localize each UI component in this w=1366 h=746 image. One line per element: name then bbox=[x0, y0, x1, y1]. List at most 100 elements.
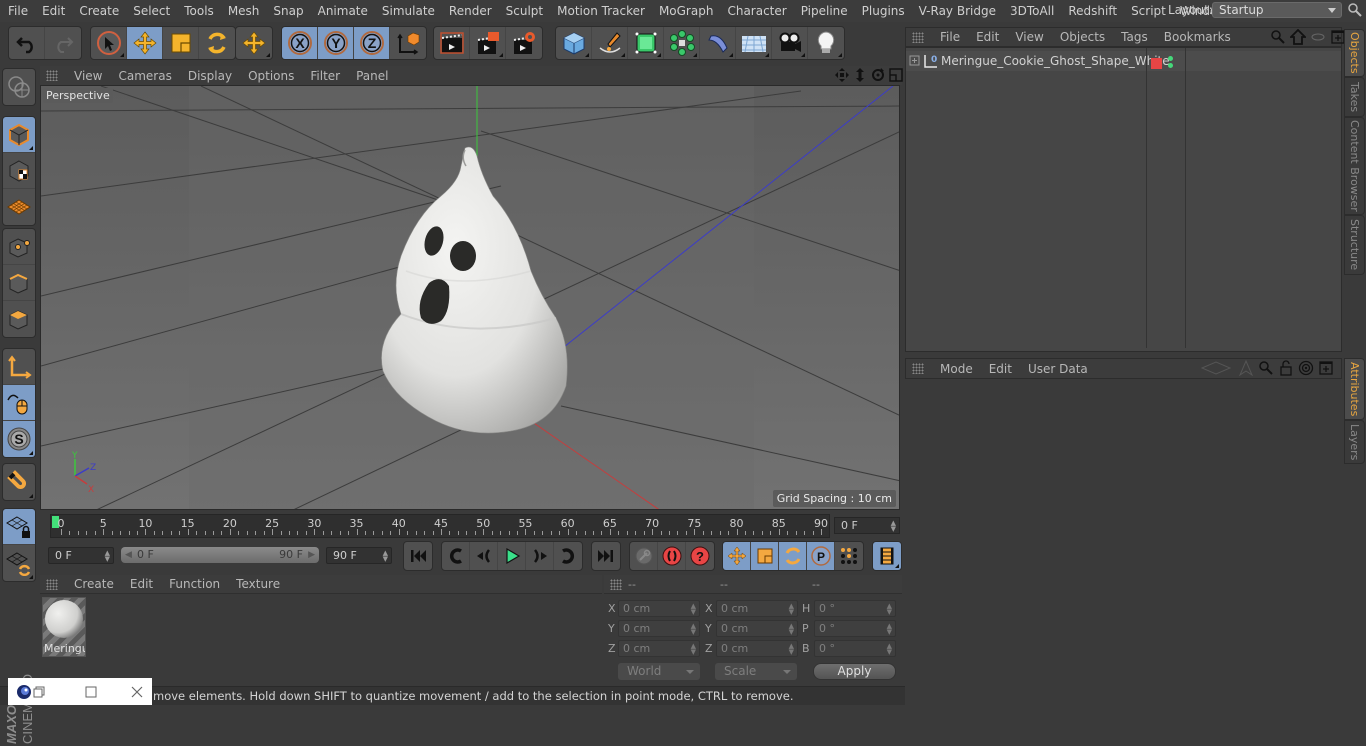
attribute-menu-edit[interactable]: Edit bbox=[981, 362, 1020, 376]
attribute-menu-user-data[interactable]: User Data bbox=[1020, 362, 1096, 376]
rotation-h-field[interactable]: 0 ° ▲ ▼ bbox=[814, 600, 896, 617]
panel-grip-handle[interactable] bbox=[610, 578, 622, 590]
light-button[interactable] bbox=[808, 27, 844, 59]
material-swatch[interactable]: Meringu bbox=[42, 597, 86, 657]
spinner-icon[interactable]: ▲ ▼ bbox=[887, 623, 892, 636]
keyframe-selection-button[interactable]: ? bbox=[686, 542, 714, 570]
menu-mograph[interactable]: MoGraph bbox=[652, 0, 721, 22]
orbit-icon[interactable] bbox=[870, 67, 886, 83]
size-y-field[interactable]: 0 cm ▲ ▼ bbox=[716, 620, 798, 637]
floor-button[interactable] bbox=[736, 27, 772, 59]
edges-mode-button[interactable] bbox=[3, 265, 35, 301]
spline-pen-button[interactable] bbox=[592, 27, 628, 59]
object-menu-objects[interactable]: Objects bbox=[1052, 30, 1113, 44]
panel-grip-handle[interactable] bbox=[46, 70, 58, 81]
menu-redshift[interactable]: Redshift bbox=[1061, 0, 1124, 22]
deformer-button[interactable] bbox=[700, 27, 736, 59]
link-icon[interactable] bbox=[1310, 29, 1326, 45]
home-icon[interactable] bbox=[1290, 29, 1306, 45]
end-frame-field[interactable]: 90 F ▲ ▼ bbox=[326, 547, 392, 564]
3d-viewport[interactable]: Y Z X Perspective Grid Spacing : 10 cm bbox=[40, 85, 900, 510]
menu-render[interactable]: Render bbox=[442, 0, 499, 22]
menu-vray-bridge[interactable]: V-Ray Bridge bbox=[912, 0, 1003, 22]
viewport-menu-cameras[interactable]: Cameras bbox=[110, 69, 179, 83]
spinner-icon[interactable]: ▲ ▼ bbox=[383, 550, 388, 563]
z-axis-button[interactable]: Z bbox=[354, 27, 390, 59]
material-menu-edit[interactable]: Edit bbox=[122, 577, 161, 591]
menu-file[interactable]: File bbox=[0, 0, 35, 22]
snap-button[interactable] bbox=[3, 464, 35, 500]
axis-mode-button[interactable] bbox=[3, 349, 35, 385]
coordinate-system-button[interactable] bbox=[390, 27, 426, 59]
viewport-menu-display[interactable]: Display bbox=[180, 69, 240, 83]
start-frame-field[interactable]: 0 F ▲ ▼ bbox=[48, 547, 114, 564]
workplane-align-button[interactable] bbox=[3, 545, 35, 581]
up-arrow-icon[interactable] bbox=[1238, 360, 1254, 376]
menu-pipeline[interactable]: Pipeline bbox=[794, 0, 855, 22]
search-icon[interactable] bbox=[1258, 360, 1274, 376]
viewport-menu-view[interactable]: View bbox=[66, 69, 110, 83]
lock-icon[interactable] bbox=[1278, 360, 1294, 376]
rotation-b-field[interactable]: 0 ° ▲ ▼ bbox=[814, 640, 896, 657]
picture-viewer-button[interactable] bbox=[470, 27, 506, 59]
search-icon[interactable] bbox=[1347, 2, 1363, 18]
object-row[interactable]: 0 Meringue_Cookie_Ghost_Shape_White bbox=[906, 51, 1341, 71]
tab-content-browser[interactable]: Content Browser bbox=[1344, 117, 1365, 215]
preview-range-slider[interactable]: ◀ 0 F 90 F ▶ bbox=[121, 547, 319, 563]
editor-visibility-dot[interactable] bbox=[1168, 56, 1173, 61]
panel-grip-handle[interactable] bbox=[912, 31, 924, 43]
apply-button[interactable]: Apply bbox=[813, 663, 896, 680]
target-icon[interactable] bbox=[1298, 360, 1314, 376]
make-editable-button[interactable] bbox=[3, 69, 35, 105]
current-frame-field[interactable]: 0 F ▲ ▼ bbox=[834, 517, 900, 534]
restore-icon[interactable] bbox=[33, 686, 45, 698]
menu-motion-tracker[interactable]: Motion Tracker bbox=[550, 0, 652, 22]
prev-frame-button[interactable] bbox=[470, 542, 498, 570]
material-menu-texture[interactable]: Texture bbox=[228, 577, 288, 591]
object-menu-tags[interactable]: Tags bbox=[1113, 30, 1156, 44]
redo-button[interactable] bbox=[45, 27, 81, 59]
tweak-mode-button[interactable] bbox=[3, 385, 35, 421]
coordinate-mode-select[interactable]: World bbox=[618, 663, 700, 680]
panel-grip-handle[interactable] bbox=[46, 578, 58, 590]
object-menu-file[interactable]: File bbox=[932, 30, 968, 44]
material-menu-create[interactable]: Create bbox=[66, 577, 122, 591]
tab-takes[interactable]: Takes bbox=[1344, 77, 1365, 117]
rotation-p-field[interactable]: 0 ° ▲ ▼ bbox=[814, 620, 896, 637]
viewport-menu-panel[interactable]: Panel bbox=[348, 69, 396, 83]
new-panel-icon[interactable] bbox=[1318, 360, 1334, 376]
menu-animate[interactable]: Animate bbox=[311, 0, 375, 22]
size-mode-select[interactable]: Scale bbox=[715, 663, 797, 680]
key-position-button[interactable] bbox=[723, 542, 751, 570]
layer-color-swatch[interactable] bbox=[1151, 58, 1162, 69]
spinner-icon[interactable]: ▲ ▼ bbox=[887, 643, 892, 656]
maximize-view-icon[interactable] bbox=[888, 67, 904, 83]
menu-create[interactable]: Create bbox=[72, 0, 126, 22]
key-scale-button[interactable] bbox=[751, 542, 779, 570]
workplane-mode-button[interactable] bbox=[3, 189, 35, 225]
recent-move-button[interactable] bbox=[236, 27, 272, 59]
tab-attributes[interactable]: Attributes bbox=[1344, 358, 1365, 420]
spinner-icon[interactable]: ▲ ▼ bbox=[691, 603, 696, 616]
live-selection-button[interactable] bbox=[91, 27, 127, 59]
texture-mode-button[interactable] bbox=[3, 153, 35, 189]
minimized-window-tab[interactable] bbox=[8, 678, 152, 705]
close-icon[interactable] bbox=[131, 686, 143, 698]
size-x-field[interactable]: 0 cm ▲ ▼ bbox=[716, 600, 798, 617]
material-menu-function[interactable]: Function bbox=[161, 577, 228, 591]
goto-start-button[interactable] bbox=[404, 542, 432, 570]
scale-button[interactable] bbox=[163, 27, 199, 59]
timeline-editor-button[interactable] bbox=[873, 542, 901, 570]
x-axis-button[interactable]: X bbox=[282, 27, 318, 59]
render-view-button[interactable] bbox=[434, 27, 470, 59]
spinner-icon[interactable]: ▲ ▼ bbox=[105, 550, 110, 563]
menu-snap[interactable]: Snap bbox=[266, 0, 310, 22]
points-mode-button[interactable] bbox=[3, 229, 35, 265]
next-frame-button[interactable] bbox=[526, 542, 554, 570]
key-rotation-button[interactable] bbox=[779, 542, 807, 570]
spinner-icon[interactable]: ▲ ▼ bbox=[691, 623, 696, 636]
rotate-button[interactable] bbox=[199, 27, 235, 59]
autokey-button[interactable] bbox=[658, 542, 686, 570]
panel-grip-handle[interactable] bbox=[912, 363, 924, 374]
layout-select[interactable]: Startup bbox=[1212, 2, 1342, 18]
